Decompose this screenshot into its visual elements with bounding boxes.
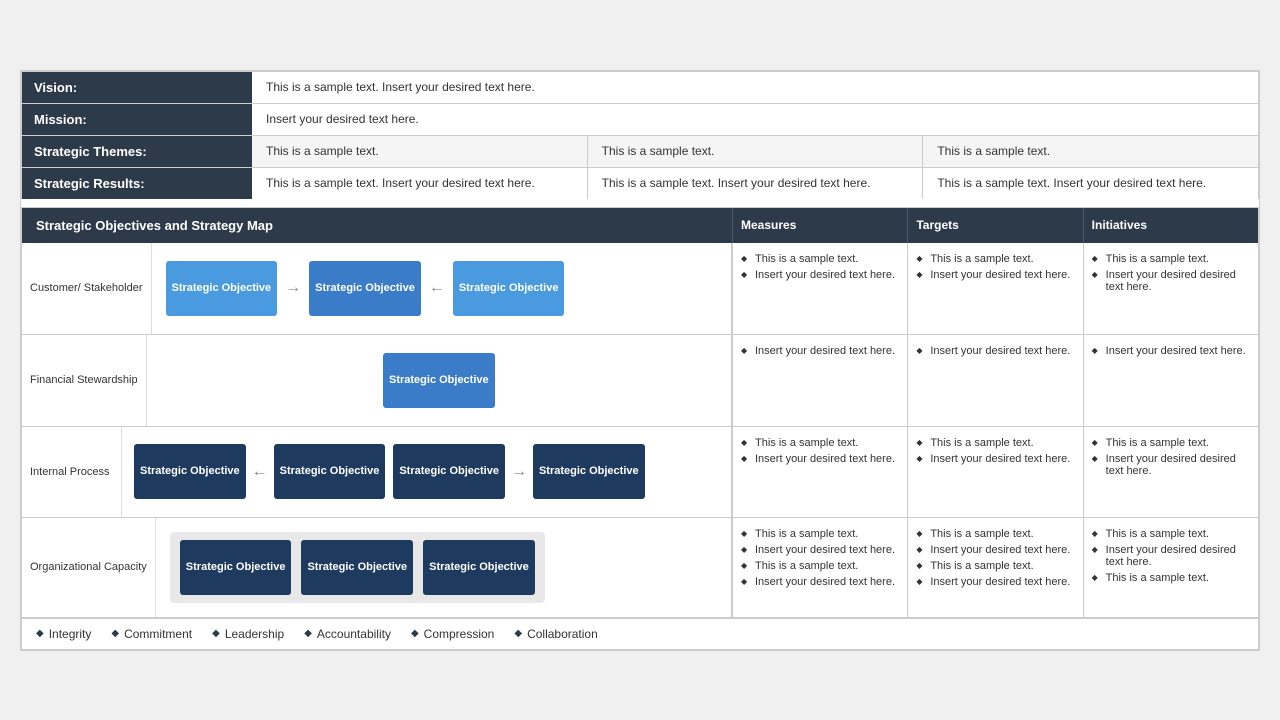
diamond-icon-1: ◆ — [36, 628, 44, 639]
customer-label: Customer/ Stakeholder — [22, 243, 152, 334]
result-1: This is a sample text. Insert your desir… — [252, 168, 587, 199]
arrow-left-ip1: ← — [250, 463, 270, 481]
oc-obj-1: Strategic Objective — [180, 540, 292, 595]
value-accountability: ◆ Accountability — [304, 627, 391, 641]
diamond-icon-4: ◆ — [304, 628, 312, 639]
customer-right: This is a sample text. Insert your desir… — [732, 243, 1258, 334]
org-measures: This is a sample text. Insert your desir… — [732, 518, 907, 617]
diamond-icon-5: ◆ — [411, 628, 419, 639]
financial-label: Financial Stewardship — [22, 335, 147, 426]
customer-targets: This is a sample text. Insert your desir… — [907, 243, 1082, 334]
internal-right: This is a sample text. Insert your desir… — [732, 427, 1258, 517]
diamond-icon-6: ◆ — [514, 628, 522, 639]
diamond-icon-3: ◆ — [212, 628, 220, 639]
header-measures: Measures — [732, 208, 907, 243]
org-initiatives: This is a sample text. Insert your desir… — [1083, 518, 1258, 617]
top-section: Vision: This is a sample text. Insert yo… — [21, 71, 1259, 199]
oc-diagram: Strategic Objective Strategic Objective … — [170, 532, 545, 603]
internal-diagram: Strategic Objective ← Strategic Objectiv… — [122, 427, 731, 517]
customer-measures: This is a sample text. Insert your desir… — [732, 243, 907, 334]
internal-targets: This is a sample text. Insert your desir… — [907, 427, 1082, 517]
strategic-themes-label: Strategic Themes: — [22, 136, 252, 167]
internal-left: Internal Process Strategic Objective ← S… — [22, 427, 732, 517]
header-main: Strategic Objectives and Strategy Map — [22, 208, 732, 243]
internal-measures: This is a sample text. Insert your desir… — [732, 427, 907, 517]
mission-content: Insert your desired text here. — [252, 104, 1258, 135]
result-2: This is a sample text. Insert your desir… — [587, 168, 923, 199]
org-diagram: Strategic Objective Strategic Objective … — [156, 518, 731, 617]
theme-1: This is a sample text. — [252, 136, 587, 167]
value-integrity: ◆ Integrity — [36, 627, 91, 641]
org-left: Organizational Capacity Strategic Object… — [22, 518, 732, 617]
oc-obj-3: Strategic Objective — [423, 540, 535, 595]
strategic-results-content: This is a sample text. Insert your desir… — [252, 168, 1258, 199]
values-row: ◆ Integrity ◆ Commitment ◆ Leadership ◆ … — [22, 618, 1258, 649]
arrow-left-1: ← — [427, 279, 447, 297]
org-right: This is a sample text. Insert your desir… — [732, 518, 1258, 617]
strategic-results-label: Strategic Results: — [22, 168, 252, 199]
internal-row: Internal Process Strategic Objective ← S… — [22, 427, 1258, 518]
cs-obj-3: Strategic Objective — [453, 261, 565, 316]
customer-left: Customer/ Stakeholder Strategic Objectiv… — [22, 243, 732, 334]
value-collaboration: ◆ Collaboration — [514, 627, 597, 641]
result-3: This is a sample text. Insert your desir… — [922, 168, 1258, 199]
bottom-section: Strategic Objectives and Strategy Map Me… — [21, 207, 1259, 650]
financial-initiatives: Insert your desired text here. — [1083, 335, 1258, 426]
fs-obj-1: Strategic Objective — [383, 353, 495, 408]
financial-right: Insert your desired text here. Insert yo… — [732, 335, 1258, 426]
header-targets: Targets — [907, 208, 1082, 243]
internal-label: Internal Process — [22, 427, 122, 517]
org-targets: This is a sample text. Insert your desir… — [907, 518, 1082, 617]
ip-obj-4: Strategic Objective — [533, 444, 645, 499]
arrow-right-1: → — [283, 279, 303, 297]
org-label: Organizational Capacity — [22, 518, 156, 617]
vision-row: Vision: This is a sample text. Insert yo… — [22, 72, 1258, 104]
ip-diagram: Strategic Objective ← Strategic Objectiv… — [130, 436, 649, 507]
financial-row: Financial Stewardship Strategic Objectiv… — [22, 335, 1258, 427]
value-commitment: ◆ Commitment — [111, 627, 192, 641]
internal-initiatives: This is a sample text. Insert your desir… — [1083, 427, 1258, 517]
customer-diagram: Strategic Objective → Strategic Objectiv… — [152, 243, 732, 334]
header-initiatives: Initiatives — [1083, 208, 1258, 243]
value-compression: ◆ Compression — [411, 627, 494, 641]
ip-obj-1: Strategic Objective — [134, 444, 246, 499]
strategic-themes-row: Strategic Themes: This is a sample text.… — [22, 136, 1258, 168]
oc-obj-2: Strategic Objective — [301, 540, 413, 595]
org-row: Organizational Capacity Strategic Object… — [22, 518, 1258, 618]
ip-obj-2: Strategic Objective — [274, 444, 386, 499]
value-leadership: ◆ Leadership — [212, 627, 284, 641]
bottom-header: Strategic Objectives and Strategy Map Me… — [22, 208, 1258, 243]
financial-diagram: Strategic Objective — [147, 335, 731, 426]
vision-content: This is a sample text. Insert your desir… — [252, 72, 1258, 103]
customer-row: Customer/ Stakeholder Strategic Objectiv… — [22, 243, 1258, 335]
theme-2: This is a sample text. — [587, 136, 923, 167]
page-wrapper: Vision: This is a sample text. Insert yo… — [20, 70, 1260, 651]
vision-label: Vision: — [22, 72, 252, 103]
fs-diagram: Strategic Objective — [377, 343, 501, 418]
cs-diagram: Strategic Objective → Strategic Objectiv… — [160, 251, 571, 326]
financial-measures: Insert your desired text here. — [732, 335, 907, 426]
ip-obj-3: Strategic Objective — [393, 444, 505, 499]
theme-3: This is a sample text. — [922, 136, 1258, 167]
arrow-right-ip1: → — [509, 463, 529, 481]
financial-left: Financial Stewardship Strategic Objectiv… — [22, 335, 732, 426]
strategic-results-row: Strategic Results: This is a sample text… — [22, 168, 1258, 199]
mission-row: Mission: Insert your desired text here. — [22, 104, 1258, 136]
cs-obj-2: Strategic Objective — [309, 261, 421, 316]
customer-initiatives: This is a sample text. Insert your desir… — [1083, 243, 1258, 334]
cs-obj-1: Strategic Objective — [166, 261, 278, 316]
diamond-icon-2: ◆ — [111, 628, 119, 639]
strategic-themes-content: This is a sample text. This is a sample … — [252, 136, 1258, 167]
mission-label: Mission: — [22, 104, 252, 135]
financial-targets: Insert your desired text here. — [907, 335, 1082, 426]
